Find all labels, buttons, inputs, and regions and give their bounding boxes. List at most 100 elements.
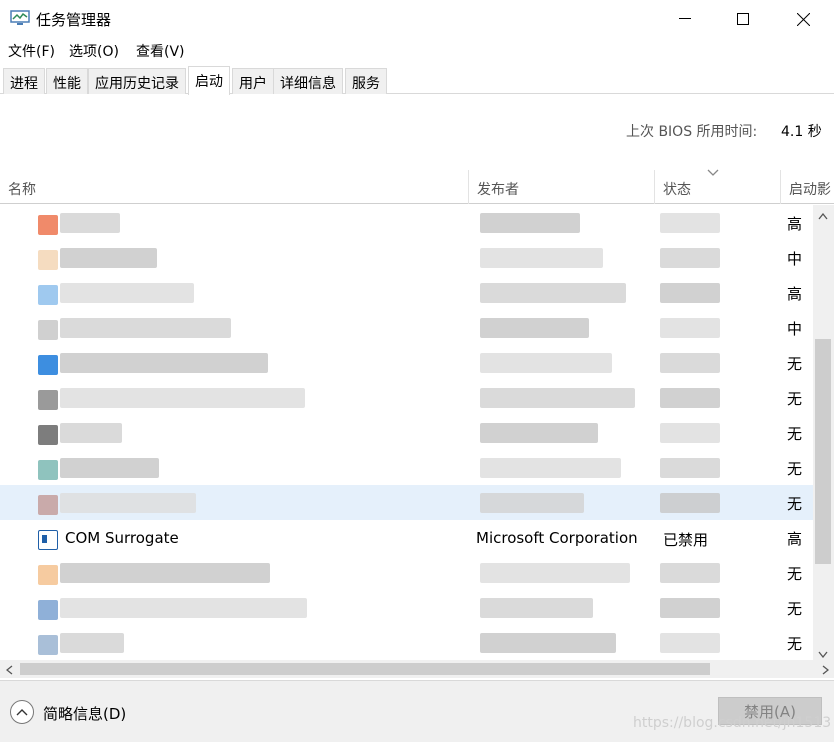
tab-startup[interactable]: 启动	[188, 66, 230, 95]
redacted-block	[660, 318, 720, 338]
redacted-block	[480, 458, 621, 478]
tab-bar: 进程 性能 应用历史记录 启动 用户 详细信息 服务	[0, 66, 834, 95]
menu-file[interactable]: 文件(F)	[8, 41, 55, 61]
column-name[interactable]: 名称	[0, 170, 469, 204]
redacted-block	[60, 213, 120, 233]
table-row[interactable]: 无	[0, 380, 813, 415]
footer-bar: 简略信息(D) 禁用(A) https://blog.csdn.net/jh15…	[0, 680, 834, 742]
startup-impact: 高	[787, 285, 803, 303]
redacted-block	[480, 283, 626, 303]
app-icon	[38, 635, 58, 655]
maximize-icon	[737, 13, 749, 25]
title-bar: 任务管理器	[0, 0, 834, 38]
redacted-block	[60, 283, 194, 303]
menu-bar: 文件(F) 选项(O) 查看(V)	[0, 38, 834, 62]
chevron-up-icon[interactable]	[10, 700, 34, 724]
redacted-block	[480, 353, 612, 373]
tab-services[interactable]: 服务	[345, 68, 387, 94]
table-row[interactable]: 无	[0, 555, 813, 590]
scroll-left-arrow-icon[interactable]	[5, 664, 13, 679]
app-icon	[38, 215, 58, 235]
app-icon	[38, 565, 58, 585]
redacted-block	[60, 318, 231, 338]
scroll-up-arrow-icon[interactable]	[818, 209, 828, 224]
app-icon	[38, 320, 58, 340]
redacted-block	[60, 563, 270, 583]
startup-impact: 无	[787, 390, 803, 408]
close-icon	[796, 12, 810, 26]
startup-impact: 中	[787, 320, 803, 338]
tab-users[interactable]: 用户	[232, 68, 274, 94]
tab-processes[interactable]: 进程	[3, 68, 45, 94]
vertical-scrollbar[interactable]	[813, 205, 834, 660]
app-icon	[38, 390, 58, 410]
app-icon	[38, 530, 58, 550]
minimize-button[interactable]	[656, 0, 714, 38]
app-icon	[38, 495, 58, 515]
scroll-right-arrow-icon[interactable]	[822, 664, 830, 679]
redacted-block	[480, 423, 598, 443]
redacted-block	[480, 213, 580, 233]
bios-time: 上次 BIOS 所用时间: 4.1 秒	[626, 121, 822, 141]
startup-impact: 无	[787, 425, 803, 443]
redacted-block	[480, 318, 589, 338]
table-row[interactable]: 高	[0, 275, 813, 310]
table-row[interactable]: 高	[0, 205, 813, 240]
table-row[interactable]: 中	[0, 310, 813, 345]
redacted-block	[60, 353, 268, 373]
redacted-block	[660, 283, 720, 303]
redacted-block	[60, 633, 124, 653]
maximize-button[interactable]	[714, 0, 772, 38]
menu-view[interactable]: 查看(V)	[136, 41, 185, 61]
app-icon	[38, 250, 58, 270]
horizontal-scrollbar[interactable]	[0, 660, 834, 678]
startup-impact: 无	[787, 635, 803, 653]
column-startup-impact[interactable]: 启动影	[781, 170, 834, 204]
watermark-text: https://blog.csdn.net/jh1513	[633, 715, 832, 731]
minimize-icon	[679, 18, 691, 20]
fewer-details-link[interactable]: 简略信息(D)	[43, 703, 126, 724]
redacted-block	[60, 598, 307, 618]
tab-details[interactable]: 详细信息	[273, 68, 343, 94]
startup-impact: 无	[787, 460, 803, 478]
horizontal-scroll-thumb[interactable]	[20, 663, 710, 675]
redacted-block	[60, 458, 159, 478]
startup-impact: 高	[787, 215, 803, 233]
redacted-block	[480, 493, 584, 513]
tab-performance[interactable]: 性能	[46, 68, 88, 94]
redacted-block	[60, 248, 157, 268]
startup-impact: 高	[787, 530, 803, 548]
redacted-block	[480, 388, 635, 408]
app-status: 已禁用	[663, 531, 709, 549]
redacted-block	[480, 248, 603, 268]
table-row[interactable]: 无	[0, 450, 813, 485]
app-icon	[38, 600, 58, 620]
table-row[interactable]: 中	[0, 240, 813, 275]
tab-app-history[interactable]: 应用历史记录	[88, 68, 186, 94]
redacted-block	[660, 388, 720, 408]
startup-impact: 无	[787, 565, 803, 583]
redacted-block	[480, 598, 593, 618]
table-row[interactable]: 无	[0, 415, 813, 450]
redacted-block	[480, 563, 630, 583]
app-icon	[38, 425, 58, 445]
column-publisher[interactable]: 发布者	[469, 170, 655, 204]
sort-chevron-down-icon	[707, 166, 719, 181]
redacted-block	[660, 563, 720, 583]
menu-options[interactable]: 选项(O)	[69, 41, 119, 61]
table-row[interactable]: COM Surrogate Microsoft Corporation 已禁用 高	[0, 520, 813, 555]
table-row[interactable]: 无	[0, 625, 813, 660]
table-row[interactable]: 无	[0, 590, 813, 625]
app-publisher: Microsoft Corporation	[476, 529, 638, 547]
redacted-block	[660, 598, 720, 618]
vertical-scroll-thumb[interactable]	[815, 339, 831, 564]
table-row[interactable]: 无	[0, 485, 813, 520]
bios-time-label: 上次 BIOS 所用时间:	[626, 124, 758, 140]
startup-app-list: 高中高中无无无无无 COM Surrogate Microsoft Corporat…	[0, 205, 813, 660]
close-button[interactable]	[774, 0, 832, 38]
redacted-block	[60, 388, 305, 408]
startup-impact: 无	[787, 355, 803, 373]
table-row[interactable]: 无	[0, 345, 813, 380]
app-icon	[38, 285, 58, 305]
redacted-block	[660, 458, 720, 478]
